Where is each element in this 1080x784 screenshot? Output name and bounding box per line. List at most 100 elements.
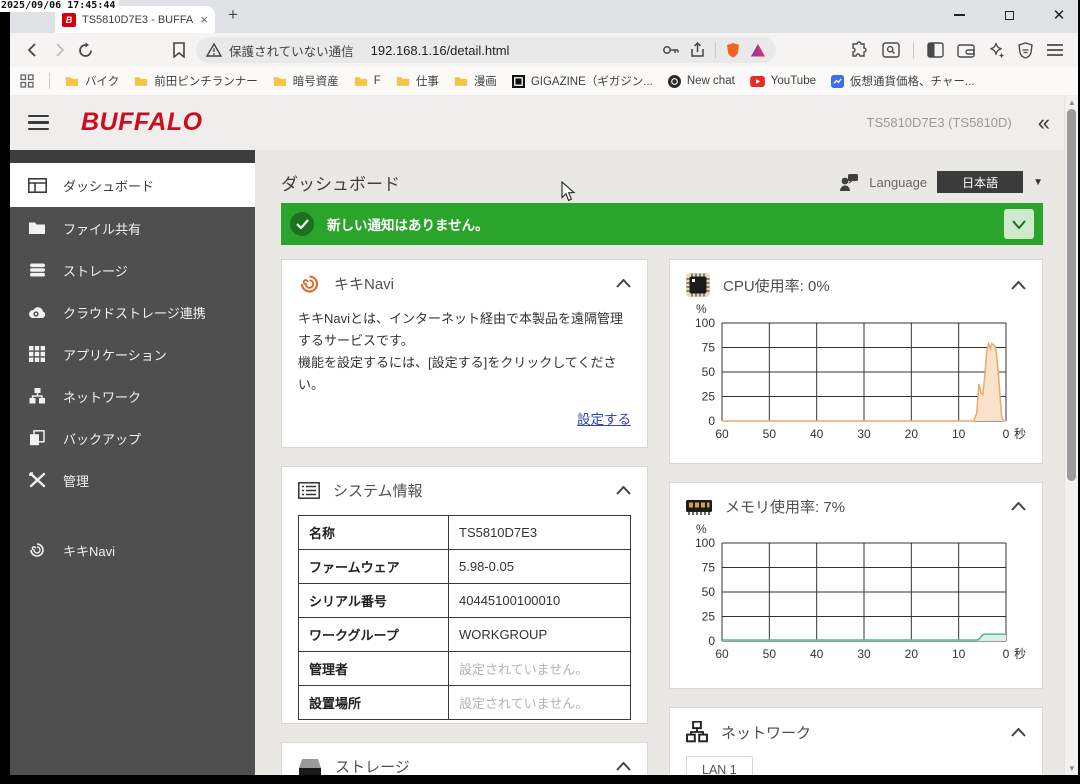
- svg-text:60: 60: [715, 427, 729, 441]
- bookmark-item[interactable]: F: [354, 75, 381, 87]
- bookmark-item[interactable]: 仕事: [396, 73, 439, 89]
- address-bar[interactable]: 保護されていない通信 192.168.1.16/detail.html: [196, 37, 776, 63]
- capture-timestamp: 2025/09/06 17:45:44: [0, 0, 119, 12]
- back-button[interactable]: [20, 37, 46, 63]
- disk-stack-icon: [27, 261, 47, 279]
- sidebar-item-applications[interactable]: アプリケーション: [10, 333, 255, 375]
- scroll-up-arrow[interactable]: ▲: [1065, 96, 1078, 108]
- bookmark-item[interactable]: GIGAZINE（ギガジン...: [512, 73, 653, 89]
- back-icon: [25, 42, 41, 58]
- bookmark-item[interactable]: 暗号資産: [273, 73, 339, 89]
- reload-button[interactable]: [72, 37, 98, 63]
- notification-message: 新しい通知はありません。: [327, 214, 489, 234]
- collapse-card-button[interactable]: [616, 279, 631, 288]
- bookmark-item[interactable]: 前田ピンチランナー: [134, 73, 258, 89]
- folder-icon: [354, 75, 368, 87]
- sidebar-item-dashboard[interactable]: ダッシュボード: [10, 163, 255, 207]
- bookmark-item[interactable]: New chat: [668, 75, 735, 88]
- collapse-card-button[interactable]: [1011, 502, 1026, 511]
- collapse-card-button[interactable]: [1011, 728, 1026, 737]
- maximize-button[interactable]: [996, 11, 1022, 20]
- divider: [49, 73, 50, 89]
- extensions-icon[interactable]: [851, 41, 869, 59]
- collapse-card-button[interactable]: [616, 486, 631, 495]
- vpn-shield-icon[interactable]: [1018, 42, 1033, 59]
- mouse-cursor: [561, 181, 576, 202]
- svg-text:100: 100: [695, 536, 715, 550]
- sidebar-item-network[interactable]: ネットワーク: [10, 375, 255, 417]
- password-key-icon[interactable]: [662, 43, 680, 57]
- forward-button[interactable]: [46, 37, 72, 63]
- page-scrollbar[interactable]: ▲ ▼: [1064, 95, 1078, 775]
- sidebar-item-kikinavi[interactable]: キキNavi: [10, 529, 255, 571]
- brave-logo-icon[interactable]: [750, 43, 766, 58]
- svg-text:0: 0: [1003, 427, 1010, 441]
- apps-grid-icon[interactable]: [20, 74, 34, 88]
- svg-text:75: 75: [702, 561, 716, 575]
- notification-expand-button[interactable]: [1004, 209, 1034, 239]
- svg-text:秒: 秒: [1014, 647, 1026, 661]
- memory-card: メモリ使用率: 7% %02550751006050403020100秒: [669, 482, 1043, 689]
- forward-icon: [51, 42, 67, 58]
- sidebar-item-file-sharing[interactable]: ファイル共有: [10, 207, 255, 249]
- svg-text:25: 25: [702, 390, 716, 404]
- svg-text:75: 75: [702, 341, 716, 355]
- brave-shield-icon[interactable]: [726, 42, 740, 58]
- kikinavi-card: キキNavi キキNaviとは、インターネット経由で本製品を遠隔管理するサービス…: [281, 259, 648, 448]
- tab-strip: B TS5810D7E3 - BUFFALO TeraStat × + ✕: [10, 0, 1078, 33]
- leo-ai-sparkle-icon[interactable]: [988, 42, 1005, 59]
- svg-text:50: 50: [763, 427, 777, 441]
- bookmark-item[interactable]: バイク: [65, 73, 119, 89]
- folder-icon: [273, 75, 287, 87]
- scroll-down-arrow[interactable]: ▼: [1065, 762, 1078, 774]
- check-icon: [290, 212, 314, 236]
- maximize-icon: [1005, 11, 1014, 20]
- cpu-chip-icon: [686, 273, 710, 297]
- svg-text:秒: 秒: [1014, 427, 1026, 441]
- sidebar-item-cloud-storage[interactable]: クラウドストレージ連携: [10, 291, 255, 333]
- security-label: 保護されていない通信: [229, 41, 354, 60]
- search-tabs-icon[interactable]: [882, 42, 900, 58]
- sidebar-item-backup[interactable]: バックアップ: [10, 417, 255, 459]
- share-icon[interactable]: [690, 42, 705, 58]
- storage-card: ストレージ: [281, 742, 648, 775]
- bookmark-page-button[interactable]: [166, 37, 192, 63]
- collapse-card-button[interactable]: [616, 762, 631, 771]
- chevron-up-icon: [616, 279, 631, 288]
- wallet-icon[interactable]: [957, 43, 975, 58]
- folder-icon: [27, 219, 47, 237]
- app-header: BUFFALO TS5810D7E3 (TS5810D) «: [10, 95, 1064, 150]
- cpu-usage-chart: %02550751006050403020100秒: [686, 301, 1026, 456]
- crypto-favicon: [831, 75, 844, 88]
- language-caret-icon[interactable]: ▼: [1033, 177, 1043, 188]
- sidebar-panel-icon[interactable]: [927, 42, 944, 58]
- chevron-up-icon: [1011, 281, 1026, 290]
- new-tab-button[interactable]: +: [228, 5, 238, 25]
- svg-text:0: 0: [708, 634, 715, 648]
- system-info-card: システム情報 名称TS5810D7E3 ファームウェア5.98-0.05 シリア…: [281, 466, 648, 724]
- dashboard-icon: [27, 176, 47, 194]
- browser-menu-icon[interactable]: [1046, 43, 1064, 57]
- sidebar-item-storage[interactable]: ストレージ: [10, 249, 255, 291]
- collapse-card-button[interactable]: [1011, 281, 1026, 290]
- scrollbar-thumb[interactable]: [1067, 109, 1076, 481]
- bookmark-item[interactable]: 漫画: [454, 73, 497, 89]
- app-menu-icon[interactable]: [28, 115, 49, 131]
- screen: 2025/09/06 17:45:44 B TS5810D7E3 - BUFFA…: [0, 0, 1080, 784]
- tab-close-icon[interactable]: ×: [200, 12, 208, 27]
- tab-lan1[interactable]: LAN 1: [686, 756, 753, 775]
- configure-link[interactable]: 設定する: [577, 412, 631, 427]
- svg-text:20: 20: [905, 647, 919, 661]
- bookmark-item[interactable]: 仮想通貨価格、チャー...: [831, 73, 974, 89]
- minimize-button[interactable]: [946, 14, 972, 15]
- card-title: キキNavi: [334, 273, 394, 294]
- language-select[interactable]: 日本語: [937, 171, 1023, 193]
- svg-text:0: 0: [708, 414, 715, 428]
- system-info-icon: [298, 482, 320, 499]
- close-button[interactable]: ✕: [1046, 8, 1072, 23]
- collapse-panel-icon[interactable]: «: [1038, 112, 1050, 134]
- bookmark-item[interactable]: YouTube: [750, 75, 816, 87]
- chevron-up-icon: [616, 762, 631, 771]
- reload-icon: [77, 42, 94, 59]
- sidebar-item-admin[interactable]: 管理: [10, 459, 255, 501]
